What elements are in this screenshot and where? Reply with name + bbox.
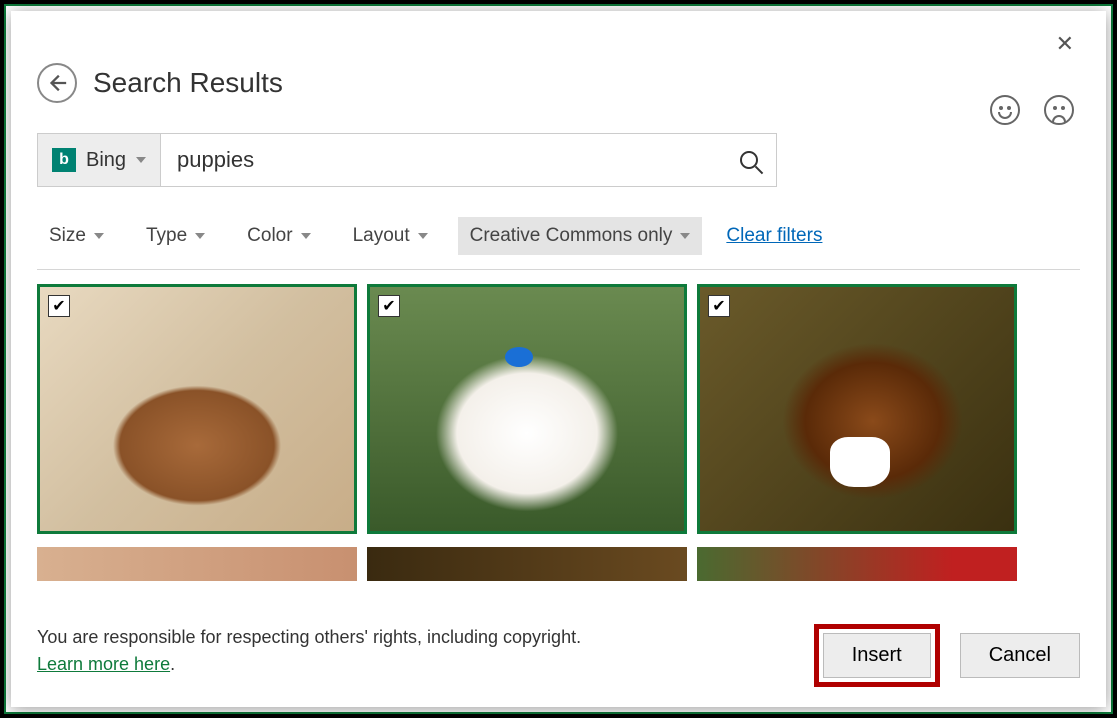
disclaimer-text: You are responsible for respecting other…: [37, 624, 581, 678]
result-thumb[interactable]: ✔: [367, 284, 687, 534]
filter-color[interactable]: Color: [235, 217, 322, 255]
search-provider-dropdown[interactable]: b Bing: [38, 134, 161, 186]
frown-feedback-icon[interactable]: [1044, 95, 1074, 125]
result-thumb-partial[interactable]: [367, 547, 687, 581]
provider-label: Bing: [86, 149, 126, 172]
insert-button[interactable]: Insert: [823, 633, 931, 678]
select-checkbox[interactable]: ✔: [378, 295, 400, 317]
chevron-down-icon: [418, 233, 428, 239]
chevron-down-icon: [136, 157, 146, 163]
search-bar: b Bing: [37, 133, 777, 187]
filter-creative-commons[interactable]: Creative Commons only: [458, 217, 703, 255]
chevron-down-icon: [195, 233, 205, 239]
dialog-title: Search Results: [93, 67, 283, 99]
search-input[interactable]: [161, 134, 722, 186]
select-checkbox[interactable]: ✔: [48, 295, 70, 317]
bing-icon: b: [52, 148, 76, 172]
cancel-button[interactable]: Cancel: [960, 633, 1080, 678]
select-checkbox[interactable]: ✔: [708, 295, 730, 317]
arrow-left-icon: [46, 72, 68, 94]
result-thumb[interactable]: ✔: [697, 284, 1017, 534]
insert-button-highlight: Insert: [814, 624, 940, 687]
smile-feedback-icon[interactable]: [990, 95, 1020, 125]
filter-layout[interactable]: Layout: [341, 217, 440, 255]
chevron-down-icon: [301, 233, 311, 239]
insert-pictures-dialog: ✕ Search Results b Bing Size Typ: [11, 11, 1106, 707]
chevron-down-icon: [94, 233, 104, 239]
filter-type[interactable]: Type: [134, 217, 217, 255]
results-grid: ✔ ✔ ✔: [37, 284, 1080, 584]
filter-size[interactable]: Size: [37, 217, 116, 255]
filter-bar: Size Type Color Layout Creative Commons …: [37, 217, 1080, 270]
close-icon[interactable]: ✕: [1050, 29, 1080, 59]
back-button[interactable]: [37, 63, 77, 103]
result-thumb-partial[interactable]: [697, 547, 1017, 581]
search-button[interactable]: [722, 134, 776, 186]
result-thumb-partial[interactable]: [37, 547, 357, 581]
learn-more-link[interactable]: Learn more here: [37, 654, 170, 674]
clear-filters-link[interactable]: Clear filters: [726, 225, 822, 247]
result-thumb[interactable]: ✔: [37, 284, 357, 534]
search-icon: [740, 151, 758, 169]
chevron-down-icon: [680, 233, 690, 239]
